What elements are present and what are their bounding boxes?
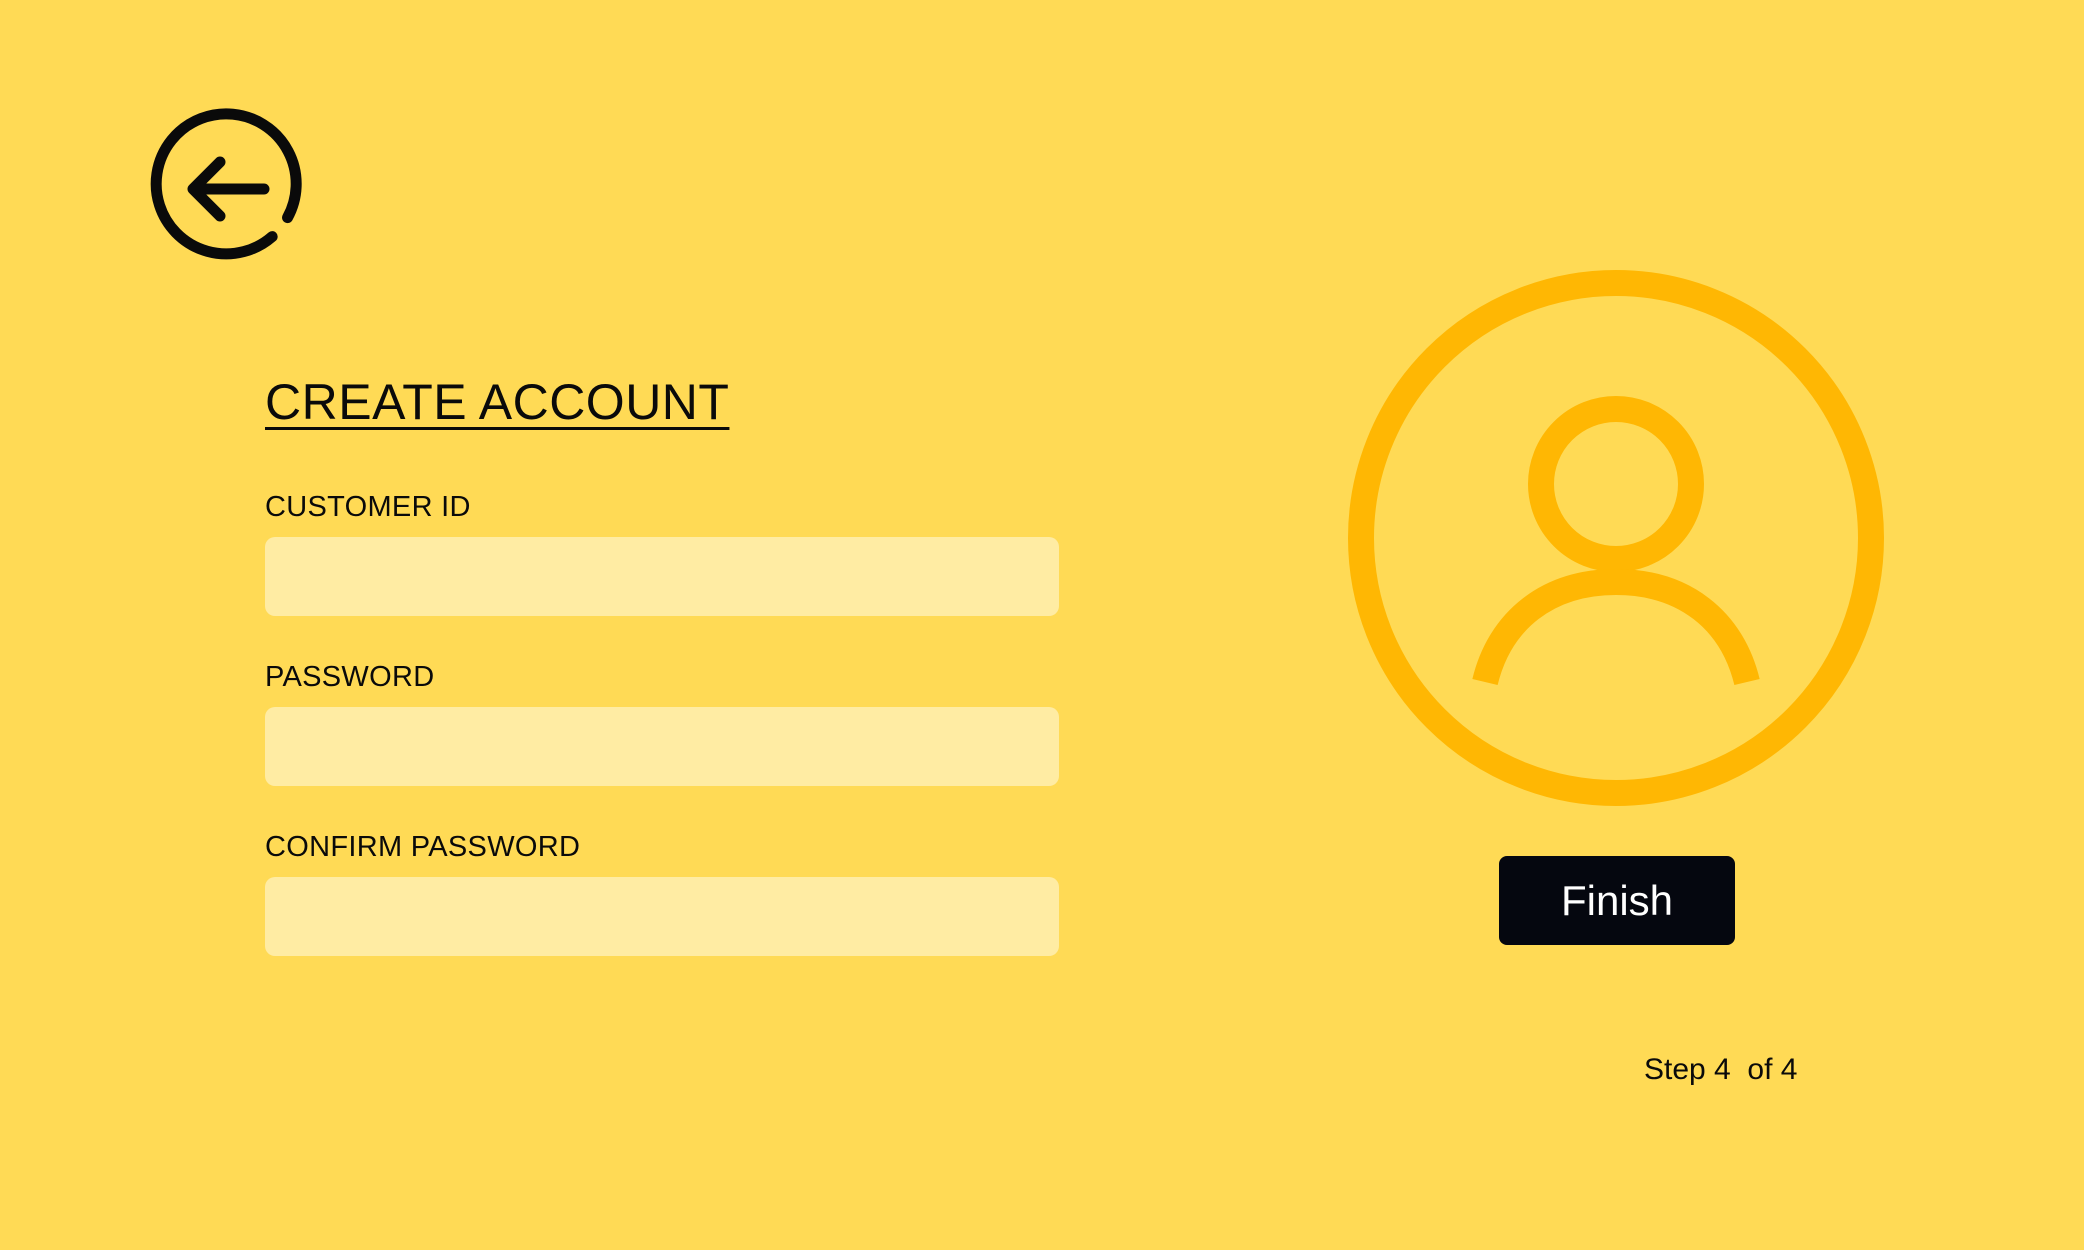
- avatar: [1348, 270, 1884, 806]
- back-button[interactable]: [148, 108, 310, 270]
- password-input[interactable]: [265, 707, 1059, 786]
- user-circle-icon: [1348, 270, 1884, 806]
- password-label: PASSWORD: [265, 661, 435, 693]
- customer-id-input[interactable]: [265, 537, 1059, 616]
- customer-id-label: CUSTOMER ID: [265, 491, 471, 523]
- finish-button[interactable]: Finish: [1499, 856, 1735, 945]
- arrow-left-circle-icon: [150, 108, 302, 260]
- confirm-password-input[interactable]: [265, 877, 1059, 956]
- confirm-password-label: CONFIRM PASSWORD: [265, 831, 581, 863]
- page-title: CREATE ACCOUNT: [265, 374, 730, 430]
- create-account-form: CREATE ACCOUNT CUSTOMER ID PASSWORD CONF…: [265, 372, 1059, 956]
- step-indicator: Step 4 of 4: [1644, 1053, 1798, 1086]
